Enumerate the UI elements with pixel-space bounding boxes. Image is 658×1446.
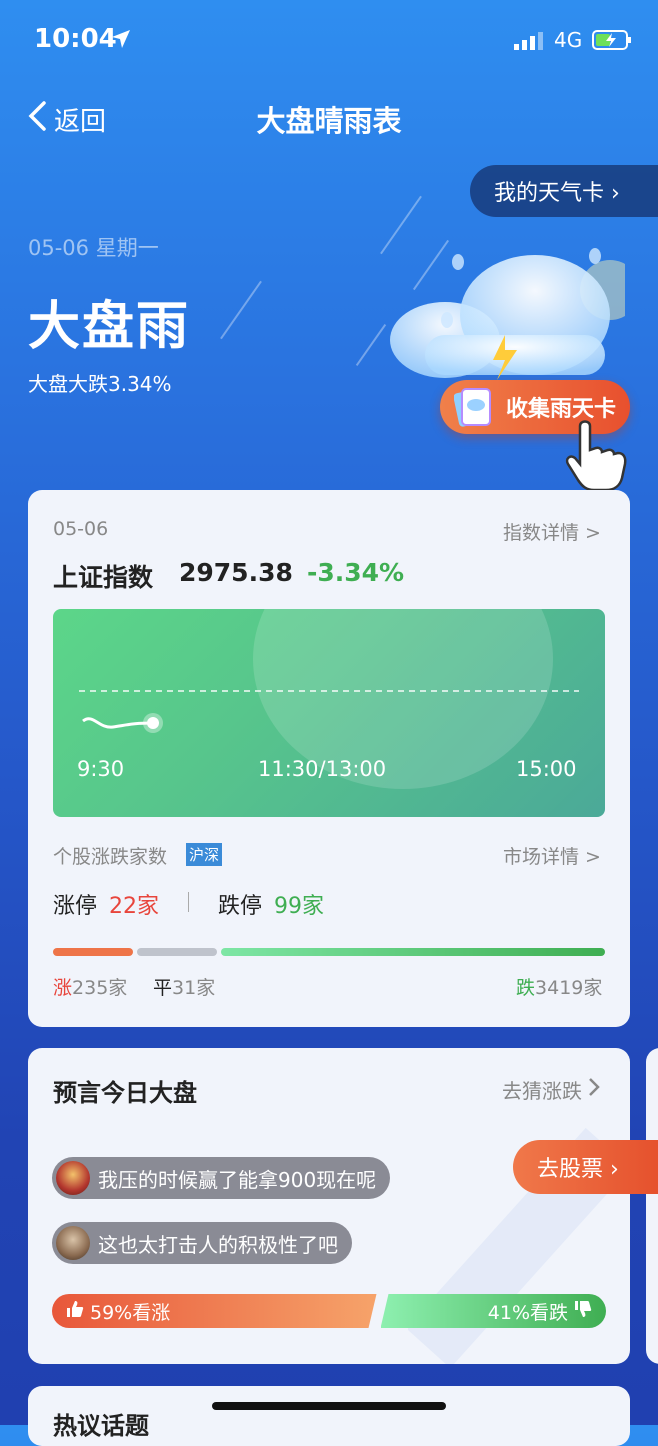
down-count: 跌3419家 (516, 973, 602, 1000)
limit-down-value: 99家 (274, 894, 324, 919)
tap-hand-icon (562, 420, 630, 496)
next-card-peek (646, 1048, 658, 1364)
status-bar: 10:04 4G (0, 0, 658, 80)
market-summary: 大盘大跌3.34% (28, 372, 172, 396)
time-label-open: 9:30 (77, 757, 125, 781)
breadth-bar (53, 948, 605, 956)
rain-cloud-icon (385, 240, 640, 390)
my-weather-cards-button[interactable]: 我的天气卡 › (470, 165, 658, 217)
intraday-line (79, 690, 579, 733)
hero-date: 05-06 星期一 (28, 236, 159, 260)
divider (188, 892, 189, 912)
index-value: 2975.38 (179, 558, 293, 587)
limit-up-label: 涨停 (53, 894, 98, 919)
go-to-stocks-button[interactable]: 去股票 › (513, 1140, 658, 1194)
breadth-label: 个股涨跌家数 (53, 846, 168, 868)
index-detail-link[interactable]: 指数详情 > (503, 518, 601, 545)
flat-count-value: 31家 (172, 977, 216, 999)
breadth-bar-up (53, 948, 133, 956)
limit-down-label: 跌停 (218, 894, 263, 919)
rain-streak-decoration (220, 280, 262, 340)
market-detail-link[interactable]: 市场详情 > (503, 842, 601, 869)
comment-text: 我压的时候赢了能拿900现在呢 (98, 1167, 377, 1192)
time-label-close: 15:00 (516, 757, 577, 781)
flat-count-label: 平 (153, 977, 173, 999)
status-time: 10:04 (34, 24, 117, 54)
avatar (56, 1226, 90, 1260)
guess-link-label: 去猜涨跌 (502, 1079, 582, 1103)
intraday-chart: 9:30 11:30/13:00 15:00 (53, 609, 605, 817)
bull-label: 59%看涨 (90, 1301, 171, 1324)
comment-bubble[interactable]: 这也太打击人的积极性了吧 (52, 1222, 352, 1264)
prediction-title: 预言今日大盘 (53, 1079, 197, 1107)
hot-topics-title: 热议话题 (53, 1412, 149, 1440)
market-weather-headline: 大盘雨 (28, 297, 191, 357)
index-change: -3.34% (307, 558, 405, 587)
flat-count: 平31家 (153, 973, 215, 1000)
index-name: 上证指数 (53, 563, 154, 592)
breadth-bar-flat (137, 948, 217, 956)
vote-bar: 59%看涨 41%看跌 (52, 1294, 606, 1328)
thumbs-down-icon (574, 1300, 592, 1323)
hot-topics-card: 热议话题 (28, 1386, 630, 1446)
card-icon (453, 385, 494, 435)
thumbs-up-icon (66, 1300, 84, 1323)
limit-up-value: 22家 (109, 894, 159, 919)
index-date: 05-06 (53, 518, 109, 540)
breadth-bar-down (221, 948, 605, 956)
time-label-midday: 11:30/13:00 (258, 757, 387, 781)
bull-vote-button[interactable]: 59%看涨 (52, 1294, 377, 1328)
guess-link[interactable]: 去猜涨跌 (502, 1075, 600, 1104)
up-count-label: 涨 (53, 977, 73, 999)
bear-label: 41%看跌 (487, 1301, 568, 1324)
up-count: 涨235家 (53, 973, 127, 1000)
rain-streak-decoration (355, 323, 387, 367)
chevron-right-icon (588, 1077, 600, 1102)
market-tag: 沪深 (186, 843, 223, 866)
down-count-value: 3419家 (535, 977, 603, 999)
comment-bubble[interactable]: 我压的时候赢了能拿900现在呢 (52, 1157, 391, 1199)
signal-icon (514, 32, 544, 50)
location-arrow-icon (110, 28, 132, 54)
page-title: 大盘晴雨表 (256, 104, 402, 138)
network-type: 4G (554, 28, 583, 52)
down-count-label: 跌 (516, 977, 536, 999)
bear-vote-button[interactable]: 41%看跌 (380, 1294, 606, 1328)
avatar (56, 1161, 90, 1195)
battery-charging-icon (592, 30, 632, 50)
up-count-value: 235家 (72, 977, 128, 999)
collect-label: 收集雨天卡 (505, 397, 616, 422)
home-indicator[interactable] (212, 1402, 446, 1410)
comment-text: 这也太打击人的积极性了吧 (98, 1232, 338, 1257)
